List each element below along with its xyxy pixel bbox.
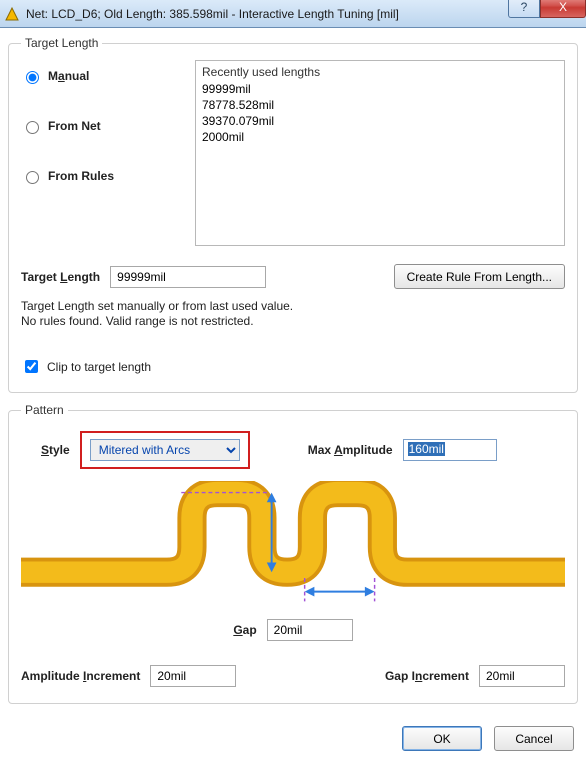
radio-manual-label: Manual bbox=[48, 69, 89, 83]
gap-increment-group: Gap Increment bbox=[385, 665, 565, 687]
max-amplitude-input[interactable]: 160mil bbox=[403, 439, 497, 461]
list-item[interactable]: 99999mil bbox=[202, 81, 558, 97]
target-length-input[interactable] bbox=[110, 266, 266, 288]
radio-from-net-label: From Net bbox=[48, 119, 101, 133]
cancel-button[interactable]: Cancel bbox=[494, 726, 574, 751]
radio-from-rules[interactable]: From Rules bbox=[21, 168, 181, 184]
serpentine-preview bbox=[21, 481, 565, 611]
target-length-row: Target Length Create Rule From Length... bbox=[21, 264, 565, 289]
gap-increment-label: Gap Increment bbox=[385, 669, 469, 683]
target-length-legend: Target Length bbox=[21, 36, 102, 50]
style-row: Style Mitered with Arcs Max Amplitude 16… bbox=[21, 431, 565, 469]
close-button[interactable]: X bbox=[540, 0, 586, 18]
gap-input[interactable] bbox=[267, 619, 353, 641]
increment-row: Amplitude Increment Gap Increment bbox=[21, 665, 565, 687]
window-buttons: ? X bbox=[508, 0, 586, 18]
clip-row: Clip to target length bbox=[21, 357, 565, 376]
list-item[interactable]: 2000mil bbox=[202, 129, 558, 145]
radio-from-net[interactable]: From Net bbox=[21, 118, 181, 134]
radio-from-rules-input[interactable] bbox=[26, 171, 39, 184]
dialog-footer: OK Cancel bbox=[8, 726, 578, 751]
style-highlight: Mitered with Arcs bbox=[80, 431, 250, 469]
amplitude-increment-input[interactable] bbox=[150, 665, 236, 687]
clip-label: Clip to target length bbox=[47, 360, 151, 374]
amplitude-increment-label: Amplitude Increment bbox=[21, 669, 140, 683]
recent-lengths-list[interactable]: Recently used lengths 99999mil 78778.528… bbox=[195, 60, 565, 246]
clip-checkbox[interactable] bbox=[25, 360, 38, 373]
target-length-group: Target Length Manual From Net From Rules… bbox=[8, 36, 578, 393]
gap-label: Gap bbox=[233, 623, 256, 637]
gap-increment-input[interactable] bbox=[479, 665, 565, 687]
create-rule-button[interactable]: Create Rule From Length... bbox=[394, 264, 565, 289]
style-label: Style bbox=[41, 443, 70, 457]
radio-from-rules-label: From Rules bbox=[48, 169, 114, 183]
pattern-legend: Pattern bbox=[21, 403, 68, 417]
amplitude-increment-group: Amplitude Increment bbox=[21, 665, 236, 687]
help-button[interactable]: ? bbox=[508, 0, 540, 18]
radio-from-net-input[interactable] bbox=[26, 121, 39, 134]
max-amplitude-label: Max Amplitude bbox=[308, 443, 393, 457]
list-item[interactable]: 39370.079mil bbox=[202, 113, 558, 129]
recent-lengths-header: Recently used lengths bbox=[202, 65, 558, 79]
radio-manual-input[interactable] bbox=[26, 71, 39, 84]
dialog-content: Target Length Manual From Net From Rules… bbox=[0, 28, 586, 751]
app-icon bbox=[4, 6, 20, 22]
target-length-note: Target Length set manually or from last … bbox=[21, 299, 565, 329]
radio-manual[interactable]: Manual bbox=[21, 68, 181, 84]
title-bar: Net: LCD_D6; Old Length: 385.598mil - In… bbox=[0, 0, 586, 28]
pattern-group: Pattern Style Mitered with Arcs Max Ampl… bbox=[8, 403, 578, 704]
window-title: Net: LCD_D6; Old Length: 385.598mil - In… bbox=[26, 7, 399, 21]
style-combo[interactable]: Mitered with Arcs bbox=[90, 439, 240, 461]
gap-row: Gap bbox=[21, 619, 565, 641]
list-item[interactable]: 78778.528mil bbox=[202, 97, 558, 113]
source-radio-group: Manual From Net From Rules bbox=[21, 60, 181, 184]
ok-button[interactable]: OK bbox=[402, 726, 482, 751]
target-length-label: Target Length bbox=[21, 270, 100, 284]
